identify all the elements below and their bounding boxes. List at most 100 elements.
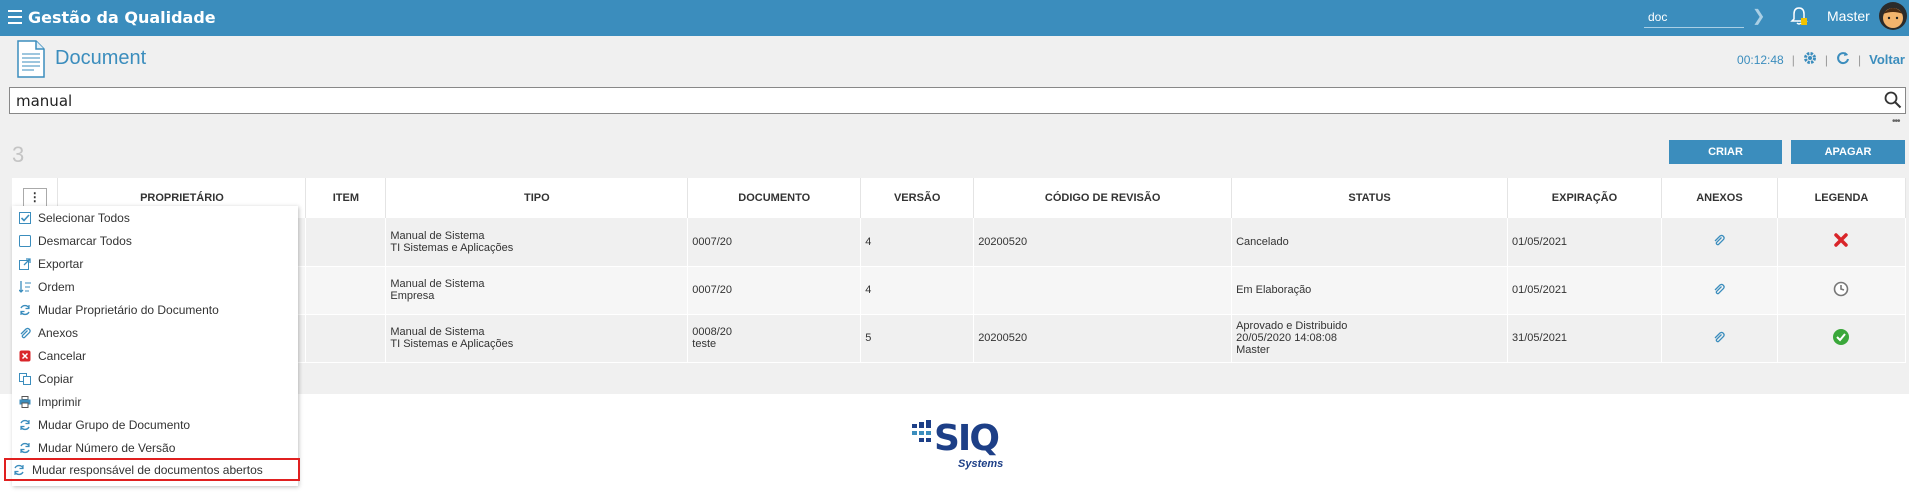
bulk-actions-menu: Selecionar Todos Desmarcar Todos Exporta… [4, 206, 300, 486]
status-cell: Em Elaboração [1231, 266, 1508, 315]
create-button[interactable]: CRIAR [1669, 140, 1782, 164]
refresh-icon[interactable] [1836, 51, 1850, 68]
cancel-icon [18, 349, 32, 363]
gear-icon[interactable] [1803, 51, 1817, 68]
type-cell: Manual de Sistema Empresa [385, 266, 689, 315]
column-header[interactable]: DOCUMENTO [687, 178, 862, 218]
revision-code-cell [973, 266, 1233, 315]
kebab-menu-icon[interactable]: ⋮ [22, 188, 47, 208]
menu-item-change-owner[interactable]: Mudar Proprietário do Documento [12, 298, 298, 321]
menu-item-order[interactable]: Ordem [12, 275, 298, 298]
document-cell: 0007/20 [687, 218, 862, 267]
menu-item-export[interactable]: Exportar [12, 252, 298, 275]
type-cell: Manual de Sistema TI Sistemas e Aplicaçõe… [385, 218, 689, 267]
column-header[interactable]: TIPO [385, 178, 689, 218]
legend-cell [1777, 266, 1907, 315]
document-cell: 0007/20 [687, 266, 862, 315]
page-title: Document [55, 47, 147, 69]
refresh-icon [12, 463, 26, 477]
separator: | [1791, 52, 1795, 67]
check-icon [1832, 328, 1850, 349]
menu-item-print[interactable]: Imprimir [12, 390, 298, 413]
siq-logo: SIQ Systems [912, 418, 1003, 470]
separator: | [1824, 52, 1828, 67]
document-cell: 0008/20 teste [687, 314, 862, 363]
menu-item-label: Copiar [38, 371, 74, 386]
menu-item-label: Anexos [38, 325, 79, 340]
bell-icon[interactable] [1790, 6, 1808, 31]
item-cell [305, 314, 387, 363]
menu-item-label: Imprimir [38, 394, 82, 409]
menu-item-label: Exportar [38, 256, 84, 271]
back-link[interactable]: Voltar [1869, 52, 1905, 67]
attachments-cell [1661, 218, 1778, 267]
cancel-icon [1833, 233, 1849, 251]
column-header[interactable]: STATUS [1231, 178, 1508, 218]
printer-icon [18, 395, 32, 409]
avatar[interactable] [1879, 2, 1907, 30]
menu-item-label: Mudar Grupo de Documento [38, 417, 191, 432]
logo-subtext: Systems [958, 458, 1004, 470]
chevron-right-icon[interactable]: ❯ [1752, 6, 1765, 26]
separator: | [1857, 52, 1862, 67]
document-icon [16, 39, 46, 84]
menu-item-change-group[interactable]: Mudar Grupo de Documento [12, 413, 298, 436]
refresh-icon [18, 418, 32, 432]
column-header[interactable]: ANEXOS [1661, 178, 1778, 218]
item-cell [305, 266, 387, 315]
expiration-cell: 31/05/2021 [1507, 314, 1662, 363]
column-header[interactable]: LEGENDA [1777, 178, 1907, 218]
copy-icon [18, 372, 32, 386]
search-icon[interactable] [1884, 91, 1902, 114]
paperclip-icon[interactable] [1713, 235, 1726, 249]
legend-cell [1777, 314, 1907, 363]
clock-icon [1833, 281, 1849, 300]
paperclip-icon[interactable] [1713, 283, 1726, 298]
column-header[interactable]: ITEM [305, 178, 387, 218]
column-header[interactable]: EXPIRAÇÃO [1507, 178, 1662, 218]
export-icon [18, 257, 32, 271]
menu-item-label: Ordem [38, 279, 75, 294]
logo-text: SIQ [934, 418, 1000, 459]
paperclip-icon [18, 326, 32, 340]
revision-code-cell: 20200520 [973, 314, 1233, 363]
refresh-icon [18, 303, 32, 317]
expiration-cell: 01/05/2021 [1507, 218, 1662, 267]
version-cell: 4 [860, 266, 975, 315]
menu-item-label: Selecionar Todos [38, 210, 130, 225]
version-cell: 4 [860, 218, 975, 267]
attachments-cell [1661, 266, 1778, 315]
item-cell [305, 218, 387, 267]
column-header[interactable]: CÓDIGO DE REVISÃO [973, 178, 1233, 218]
checkbox-checked-icon [18, 211, 32, 225]
menu-item-change-version[interactable]: Mudar Número de Versão [12, 436, 298, 459]
menu-item-copy[interactable]: Copiar [12, 367, 298, 390]
more-options-icon[interactable]: ••• [1892, 116, 1900, 127]
top-bar: Gestão da Qualidade ❯ Master [0, 0, 1909, 36]
checkbox-empty-icon [18, 234, 32, 248]
menu-item-deselect-all[interactable]: Desmarcar Todos [12, 229, 298, 252]
hamburger-menu-icon[interactable] [8, 10, 22, 24]
status-cell: Aprovado e Distribuido 20/05/2020 14:08:0… [1231, 314, 1508, 363]
menu-item-select-all[interactable]: Selecionar Todos [12, 206, 298, 229]
menu-item-label: Mudar Número de Versão [38, 440, 176, 455]
menu-item-label: Mudar responsável de documentos abertos [32, 462, 263, 477]
header-actions: 00:12:48 | | | Voltar [1737, 51, 1905, 68]
menu-item-attachments[interactable]: Anexos [12, 321, 298, 344]
menu-item-change-open-doc-owner[interactable]: Mudar responsável de documentos abertos [4, 458, 300, 481]
menu-item-label: Cancelar [38, 348, 87, 363]
menu-item-cancel[interactable]: Cancelar [12, 344, 298, 367]
column-header[interactable]: VERSÃO [860, 178, 975, 218]
type-cell: Manual de Sistema TI Sistemas e Aplicaçõe… [385, 314, 689, 363]
revision-code-cell: 20200520 [973, 218, 1233, 267]
page-header: Document 00:12:48 | | | Voltar [0, 36, 1909, 84]
filter-input[interactable] [9, 87, 1906, 114]
global-search-input[interactable] [1644, 6, 1744, 28]
legend-cell [1777, 218, 1907, 267]
user-name[interactable]: Master [1827, 8, 1870, 24]
paperclip-icon[interactable] [1713, 331, 1726, 346]
delete-button[interactable]: APAGAR [1791, 140, 1905, 164]
session-timer: 00:12:48 [1737, 52, 1784, 67]
result-count: 3 [12, 142, 25, 167]
sort-icon [18, 280, 32, 294]
